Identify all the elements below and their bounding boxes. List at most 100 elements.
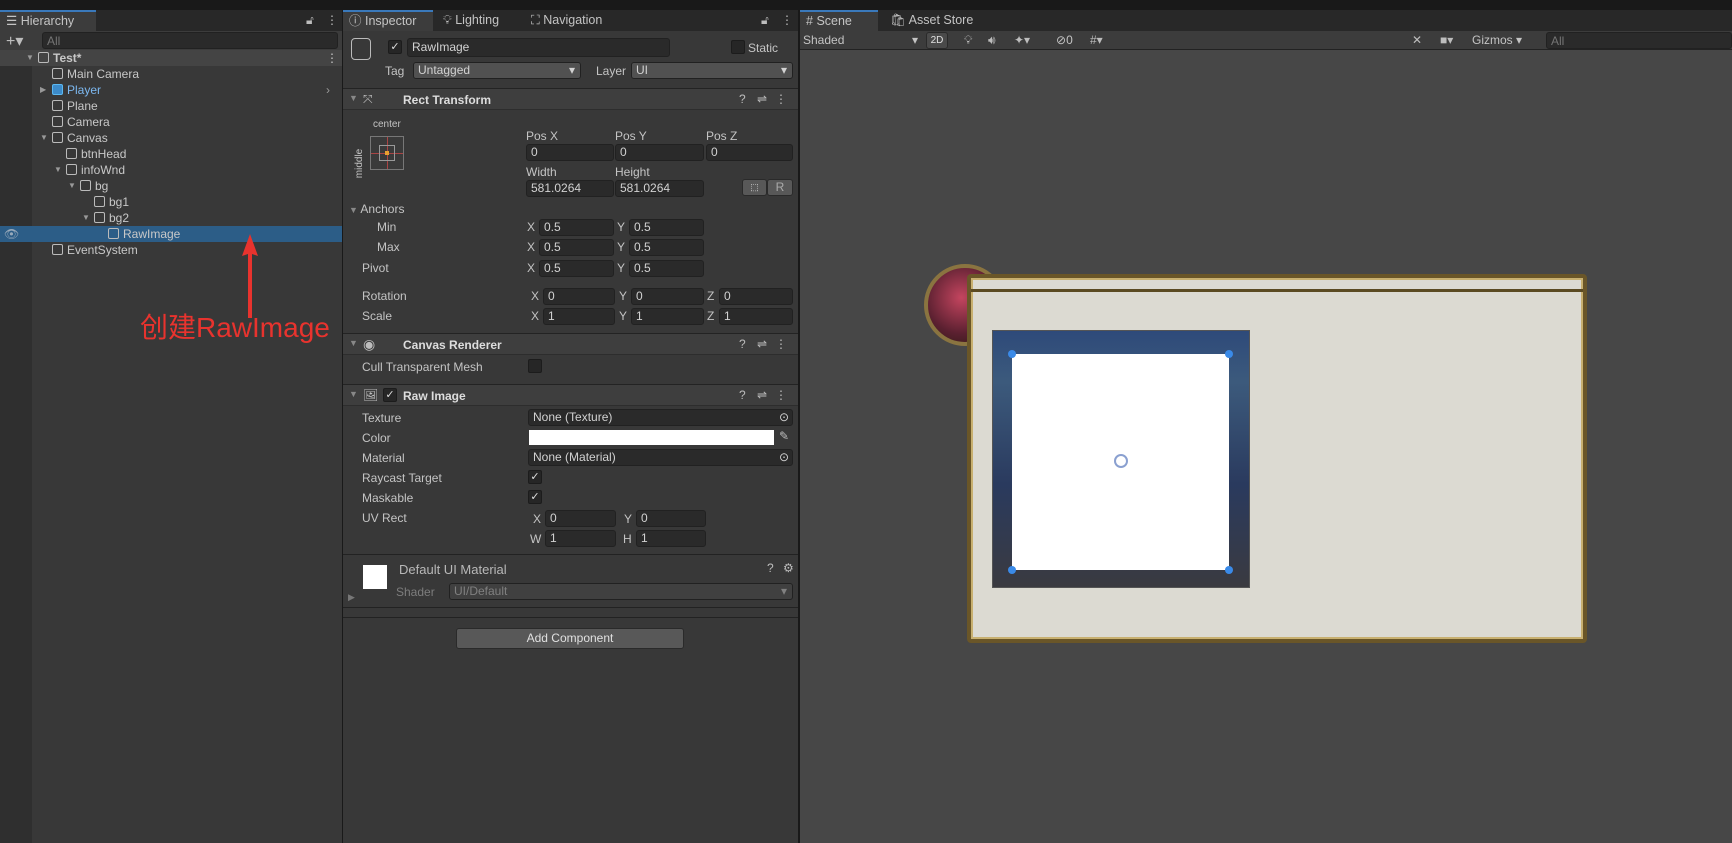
canvas-renderer-header[interactable]: ▼ ◉ Canvas Renderer ? ⇌ ⋮ [343,333,798,355]
camera-icon[interactable]: ■▾ [1440,33,1453,47]
tab-inspector[interactable]: ⓘ Inspector [343,10,433,31]
raycast-checkbox[interactable]: ✓ [528,470,542,484]
hierarchy-item[interactable]: btnHead [0,146,342,162]
hierarchy-item[interactable]: ▼ infoWnd [0,162,342,178]
audio-toggle-icon[interactable]: 🔊︎ [988,33,996,48]
shader-dropdown[interactable]: UI/Default ▾ [449,583,793,600]
raw-image-enabled-checkbox[interactable]: ✓ [383,388,397,402]
width-field[interactable]: 581.0264 [526,180,614,197]
pos-x-field[interactable]: 0 [526,144,614,161]
raw-edit-button[interactable]: R [767,179,793,196]
eyedropper-icon[interactable]: ✎ [779,429,789,443]
gizmos-dropdown[interactable]: Gizmos ▾ [1472,33,1522,47]
pivot-x-field[interactable]: 0.5 [539,260,614,277]
effects-icon[interactable]: ✦▾ [1014,33,1030,47]
hierarchy-item[interactable]: RawImage 👁︎ [0,226,342,242]
scale-z-field[interactable]: 1 [719,308,793,325]
tab-hierarchy[interactable]: ☰ Hierarchy [0,10,96,31]
gear-icon[interactable]: ⚙ [783,561,794,575]
foldout-expanded-icon[interactable]: ▼ [54,162,62,178]
help-icon[interactable]: ? [739,388,746,402]
add-icon[interactable]: +▾ [6,31,23,51]
anchor-max-x-field[interactable]: 0.5 [539,239,614,256]
uv-h-field[interactable]: 1 [636,530,706,547]
height-field[interactable]: 581.0264 [615,180,704,197]
cull-checkbox[interactable] [528,359,542,373]
active-checkbox[interactable]: ✓ [388,40,402,54]
foldout-collapsed-icon[interactable]: ▶ [40,82,46,98]
tab-asset-store[interactable]: 🛍︎ Asset Store [884,10,979,31]
hierarchy-item[interactable]: ▼ Test* ⋮ [0,50,342,66]
hierarchy-item[interactable]: Main Camera [0,66,342,82]
anchor-preset-button[interactable] [370,136,404,170]
hierarchy-item[interactable]: ▶ › Player [0,82,342,98]
grid-snap-icon[interactable]: #▾ [1090,33,1103,47]
presets-icon[interactable]: ⇌ [757,92,767,106]
blueprint-mode-button[interactable]: ⬚ [742,179,767,196]
object-picker-icon[interactable]: ⊙ [779,450,789,465]
tag-dropdown[interactable]: Untagged ▾ [413,62,581,79]
foldout-icon[interactable]: ▶ [348,592,355,603]
tab-scene[interactable]: # Scene [800,10,878,31]
foldout-expanded-icon[interactable]: ▼ [26,50,34,66]
maskable-checkbox[interactable]: ✓ [528,490,542,504]
foldout-expanded-icon[interactable]: ▼ [68,178,76,194]
pivot-y-field[interactable]: 0.5 [629,260,704,277]
rect-handle[interactable] [1225,566,1233,574]
rotation-x-field[interactable]: 0 [543,288,615,305]
hierarchy-item[interactable]: ▼ bg2 [0,210,342,226]
shading-dropdown[interactable]: Shaded ▾ [803,33,918,47]
anchor-min-x-field[interactable]: 0.5 [539,219,614,236]
more-icon[interactable]: ⋮ [326,13,338,27]
texture-field[interactable]: None (Texture) ⊙ [528,409,793,426]
help-icon[interactable]: ? [739,337,746,351]
uv-y-field[interactable]: 0 [636,510,706,527]
hierarchy-item[interactable]: Camera [0,114,342,130]
hierarchy-item[interactable]: Plane [0,98,342,114]
uv-x-field[interactable]: 0 [545,510,616,527]
add-component-button[interactable]: Add Component [456,628,684,649]
more-icon[interactable]: ⋮ [775,337,787,351]
chevron-right-icon[interactable]: › [326,82,330,98]
help-icon[interactable]: ? [739,92,746,106]
scale-x-field[interactable]: 1 [543,308,615,325]
tools-icon[interactable]: ✕ [1412,33,1422,47]
visibility-eye-icon[interactable]: 👁︎ [4,226,19,242]
more-icon[interactable]: ⋮ [775,388,787,402]
more-icon[interactable]: ⋮ [326,50,338,66]
rotation-z-field[interactable]: 0 [719,288,793,305]
pos-y-field[interactable]: 0 [615,144,704,161]
scene-search-input[interactable] [1546,32,1732,49]
help-icon[interactable]: ? [767,561,774,575]
lock-icon[interactable]: 🔓︎ [761,13,769,28]
hierarchy-item[interactable]: bg1 [0,194,342,210]
presets-icon[interactable]: ⇌ [757,337,767,351]
uv-w-field[interactable]: 1 [545,530,616,547]
more-icon[interactable]: ⋮ [775,92,787,106]
rect-transform-header[interactable]: ▼ ⤧ Rect Transform ? ⇌ ⋮ [343,88,798,110]
material-field[interactable]: None (Material) ⊙ [528,449,793,466]
foldout-expanded-icon[interactable]: ▼ [40,130,48,146]
presets-icon[interactable]: ⇌ [757,388,767,402]
hierarchy-item[interactable]: ▼ bg [0,178,342,194]
anchor-max-y-field[interactable]: 0.5 [629,239,704,256]
pos-z-field[interactable]: 0 [706,144,793,161]
2d-toggle[interactable]: 2D [926,32,948,49]
anchor-min-y-field[interactable]: 0.5 [629,219,704,236]
hierarchy-search-input[interactable] [42,32,338,49]
foldout-expanded-icon[interactable]: ▼ [82,210,90,226]
more-icon[interactable]: ⋮ [781,13,793,27]
rect-handle[interactable] [1008,350,1016,358]
raw-image-preview[interactable] [1012,354,1229,570]
tab-lighting[interactable]: 💡︎ Lighting [437,10,505,31]
hierarchy-item[interactable]: EventSystem [0,242,342,258]
rotation-y-field[interactable]: 0 [631,288,704,305]
layer-dropdown[interactable]: UI ▾ [631,62,793,79]
tab-navigation[interactable]: ⛶ Navigation [525,10,608,31]
scale-y-field[interactable]: 1 [631,308,704,325]
object-picker-icon[interactable]: ⊙ [779,410,789,425]
raw-image-header[interactable]: ▼ 🖼︎ ✓ Raw Image ? ⇌ ⋮ [343,384,798,406]
name-field[interactable]: RawImage [407,38,670,57]
lighting-toggle-icon[interactable]: 💡︎ [964,33,972,48]
scene-visibility-toggle[interactable]: ⊘0 [1056,33,1073,47]
